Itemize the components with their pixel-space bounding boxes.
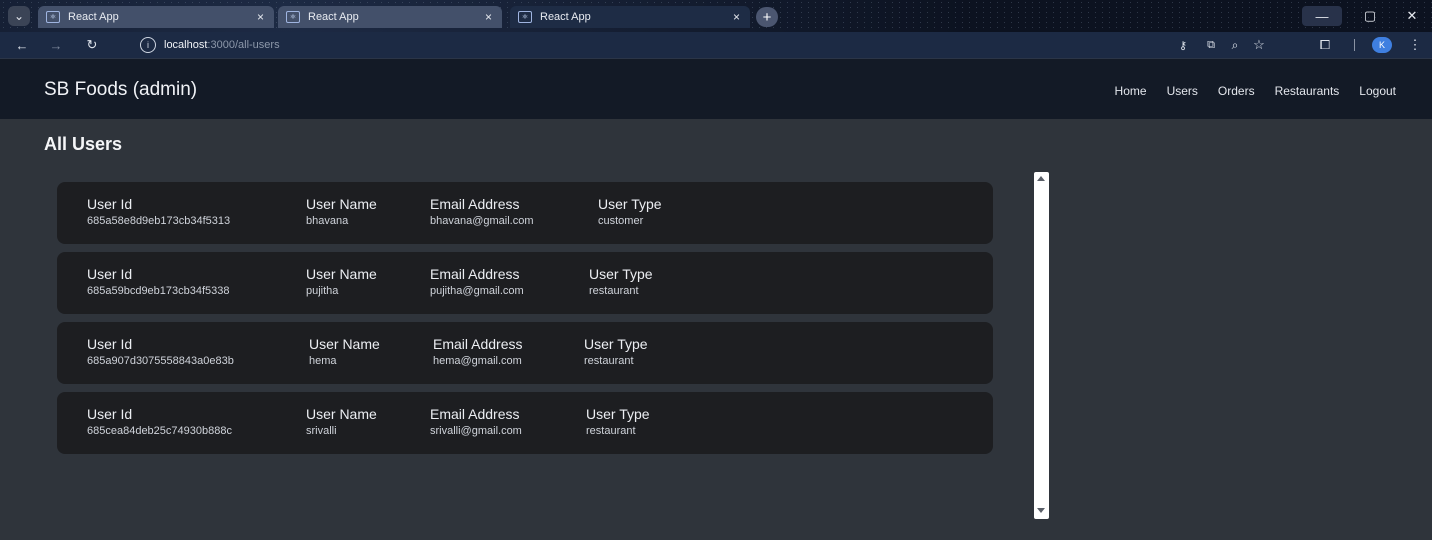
user-id-field: User Id 685a58e8d9eb173cb34f5313 [87, 196, 230, 227]
user-card: User Id 685cea84deb25c74930b888c User Na… [57, 392, 993, 454]
browser-menu-icon[interactable]: ⋮ [1409, 36, 1422, 54]
user-type-field: User Type restaurant [589, 266, 653, 297]
user-name-field: User Name pujitha [306, 266, 377, 297]
user-name-value: bhavana [306, 215, 349, 227]
react-logo-icon: ⚛ [518, 11, 532, 23]
user-id-field: User Id 685a59bcd9eb173cb34f5338 [87, 266, 230, 297]
tab-close-icon[interactable]: × [733, 10, 740, 24]
user-name-field: User Name srivalli [306, 406, 377, 437]
user-type-label: User Type [589, 266, 653, 282]
back-arrow-icon[interactable]: ← [14, 36, 30, 54]
nav-link-logout[interactable]: Logout [1359, 84, 1396, 98]
bookmark-star-icon[interactable]: ☆ [1250, 36, 1268, 54]
scroll-down-arrow-icon[interactable] [1037, 508, 1045, 513]
user-name-label: User Name [306, 266, 377, 282]
react-logo-icon: ⚛ [286, 11, 300, 23]
user-type-field: User Type restaurant [586, 406, 650, 437]
user-name-field: User Name bhavana [306, 196, 377, 227]
user-name-value: srivalli [306, 425, 337, 437]
email-value: hema@gmail.com [433, 355, 522, 367]
user-type-field: User Type customer [598, 196, 662, 227]
brand-title: SB Foods (admin) [44, 79, 198, 100]
user-card: User Id 685a59bcd9eb173cb34f5338 User Na… [57, 252, 993, 314]
address-bar[interactable]: i localhost :3000/all-users [118, 35, 1248, 55]
nav-link-orders[interactable]: Orders [1218, 84, 1255, 98]
list-scrollbar[interactable] [1034, 172, 1049, 519]
user-id-label: User Id [87, 406, 133, 422]
users-list: User Id 685a58e8d9eb173cb34f5313 User Na… [57, 182, 993, 462]
user-name-value: hema [309, 355, 337, 367]
profile-avatar[interactable]: K [1372, 37, 1392, 53]
maximize-window-button[interactable]: ▢ [1350, 6, 1390, 26]
email-value: srivalli@gmail.com [430, 425, 522, 437]
browser-tab-3-active[interactable]: ⚛ React App × [510, 6, 750, 28]
browser-tab-2[interactable]: ⚛ React App × [278, 6, 502, 28]
email-label: Email Address [433, 336, 523, 352]
user-type-value: restaurant [589, 285, 639, 297]
user-id-label: User Id [87, 196, 133, 212]
user-type-label: User Type [586, 406, 650, 422]
user-name-value: pujitha [306, 285, 339, 297]
user-type-field: User Type restaurant [584, 336, 648, 367]
toolbar-separator [1354, 39, 1355, 51]
email-label: Email Address [430, 196, 520, 212]
user-id-value: 685cea84deb25c74930b888c [87, 425, 232, 437]
tab-close-icon[interactable]: × [257, 10, 264, 24]
extensions-puzzle-icon[interactable]: ⧠ [1316, 36, 1334, 54]
user-type-value: restaurant [586, 425, 636, 437]
email-field: Email Address pujitha@gmail.com [430, 266, 524, 297]
close-window-button[interactable]: ✕ [1392, 6, 1432, 26]
address-host: localhost [164, 39, 208, 51]
browser-toolbar: ← → ↻ i localhost :3000/all-users ⚷ ⧉ ⌕ … [0, 32, 1432, 58]
nav-links: Home Users Orders Restaurants Logout [1115, 84, 1396, 98]
tab-search-chevron-icon[interactable]: ⌄ [8, 6, 30, 26]
user-id-value: 685a58e8d9eb173cb34f5313 [87, 215, 231, 227]
tab-title: React App [68, 11, 119, 23]
user-type-label: User Type [584, 336, 648, 352]
user-type-value: customer [598, 215, 644, 227]
nav-link-users[interactable]: Users [1167, 84, 1198, 98]
email-field: Email Address srivalli@gmail.com [430, 406, 522, 437]
zoom-icon[interactable]: ⌕ [1226, 36, 1244, 54]
tab-close-icon[interactable]: × [485, 10, 492, 24]
new-tab-button[interactable]: + [756, 7, 778, 27]
forward-arrow-icon[interactable]: → [48, 36, 64, 54]
user-id-field: User Id 685a907d3075558843a0e83b [87, 336, 234, 367]
user-name-label: User Name [306, 406, 377, 422]
site-info-icon[interactable]: i [140, 37, 156, 53]
user-id-value: 685a907d3075558843a0e83b [87, 355, 234, 367]
user-name-label: User Name [309, 336, 380, 352]
nav-link-restaurants[interactable]: Restaurants [1275, 84, 1340, 98]
email-label: Email Address [430, 406, 520, 422]
user-type-value: restaurant [584, 355, 634, 367]
reload-icon[interactable]: ↻ [84, 36, 100, 54]
minimize-window-button[interactable]: — [1302, 6, 1342, 26]
tab-title: React App [308, 11, 359, 23]
email-field: Email Address bhavana@gmail.com [430, 196, 534, 227]
app-navbar: SB Foods (admin) Home Users Orders Resta… [0, 58, 1432, 119]
user-name-label: User Name [306, 196, 377, 212]
user-id-label: User Id [87, 266, 133, 282]
password-key-icon[interactable]: ⚷ [1174, 36, 1192, 54]
user-card: User Id 685a58e8d9eb173cb34f5313 User Na… [57, 182, 993, 244]
scroll-up-arrow-icon[interactable] [1037, 176, 1045, 181]
user-id-value: 685a59bcd9eb173cb34f5338 [87, 285, 230, 297]
email-field: Email Address hema@gmail.com [433, 336, 522, 367]
tab-title: React App [540, 11, 591, 23]
nav-link-home[interactable]: Home [1115, 84, 1147, 98]
email-value: pujitha@gmail.com [430, 285, 524, 297]
user-id-field: User Id 685cea84deb25c74930b888c [87, 406, 232, 437]
react-logo-icon: ⚛ [46, 11, 60, 23]
address-path: :3000/all-users [207, 39, 280, 51]
user-card: User Id 685a907d3075558843a0e83b User Na… [57, 322, 993, 384]
page-title: All Users [44, 134, 123, 154]
email-value: bhavana@gmail.com [430, 215, 534, 227]
user-type-label: User Type [598, 196, 662, 212]
cast-icon[interactable]: ⧉ [1202, 36, 1220, 54]
browser-tab-strip: ⌄ ⚛ React App × ⚛ React App × ⚛ React Ap… [0, 0, 1432, 32]
user-id-label: User Id [87, 336, 133, 352]
user-name-field: User Name hema [309, 336, 380, 367]
browser-tab-1[interactable]: ⚛ React App × [38, 6, 274, 28]
email-label: Email Address [430, 266, 520, 282]
